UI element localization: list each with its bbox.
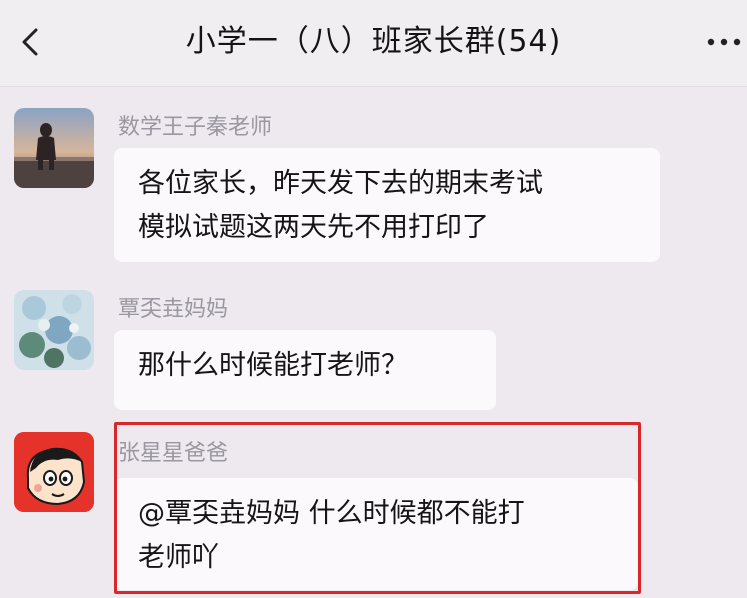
sender-name: 数学王子秦老师 [118, 115, 273, 140]
ellipsis-icon[interactable] [697, 30, 747, 54]
flowers-photo-avatar-icon [14, 290, 94, 370]
highlight-frame [114, 422, 641, 594]
chat-header: 小学一（八）班家长群(54) [0, 0, 747, 87]
cartoon-boy-avatar-icon [14, 432, 94, 512]
sender-name: 覃奀垚妈妈 [118, 297, 229, 322]
avatar[interactable] [14, 432, 94, 512]
chat-title: 小学一（八）班家长群(54) [185, 24, 562, 59]
landscape-photo-avatar-icon [14, 108, 94, 188]
message-text-line: 各位家长，昨天发下去的期末考试 [138, 168, 543, 199]
avatar[interactable] [14, 290, 94, 370]
avatar[interactable] [14, 108, 94, 188]
message-bubble[interactable]: 各位家长，昨天发下去的期末考试 模拟试题这两天先不用打印了 [114, 148, 660, 262]
message-text-line: 那什么时候能打老师？ [138, 350, 408, 381]
message-text-line: 模拟试题这两天先不用打印了 [138, 212, 489, 243]
message-bubble[interactable]: 那什么时候能打老师？ [114, 330, 496, 410]
